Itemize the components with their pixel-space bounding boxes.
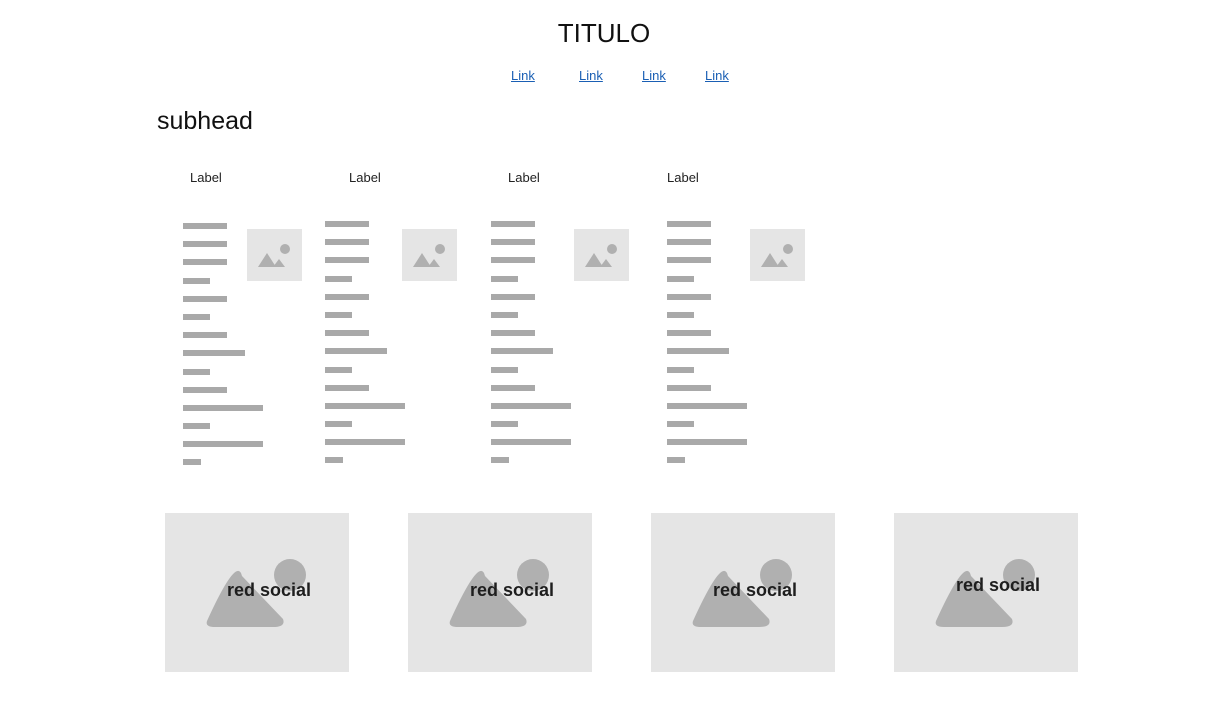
text-placeholder-line [325, 257, 369, 263]
social-card-1[interactable]: red social [165, 513, 349, 672]
text-placeholder-line [491, 385, 535, 391]
text-placeholder-line [667, 439, 747, 445]
column-label-2: Label [349, 170, 381, 185]
text-placeholder-line [183, 278, 210, 284]
image-placeholder-icon [247, 229, 302, 281]
nav-link-2[interactable]: Link [579, 68, 603, 84]
text-placeholder-line [183, 259, 227, 265]
text-placeholder-line [667, 294, 711, 300]
text-placeholder-line [667, 457, 685, 463]
social-card-2[interactable]: red social [408, 513, 592, 672]
column-label-1: Label [190, 170, 222, 185]
text-placeholder-line [183, 314, 210, 320]
text-placeholder-line [491, 348, 553, 354]
nav-link-4[interactable]: Link [705, 68, 729, 84]
text-placeholder-line [183, 241, 227, 247]
text-placeholder-line [491, 457, 509, 463]
text-placeholder-line [667, 421, 694, 427]
text-placeholder-line [183, 369, 210, 375]
social-card-label: red social [956, 575, 1041, 595]
social-card-4[interactable]: red social [894, 513, 1078, 672]
text-placeholder-line [667, 312, 694, 318]
text-placeholder-line [183, 423, 210, 429]
text-placeholder-line [325, 221, 369, 227]
social-card-label: red social [713, 580, 798, 600]
text-placeholder-line [491, 421, 518, 427]
column-label-3: Label [508, 170, 540, 185]
image-placeholder-icon [402, 229, 457, 281]
text-placeholder-line [325, 421, 352, 427]
text-placeholder-line [183, 223, 227, 229]
text-placeholder-line [491, 367, 518, 373]
text-placeholder-line [667, 367, 694, 373]
text-placeholder-line [667, 348, 729, 354]
text-placeholder-line [183, 350, 245, 356]
text-placeholder-line [491, 239, 535, 245]
text-placeholder-line [325, 403, 405, 409]
text-placeholder-line [667, 330, 711, 336]
nav-link-3[interactable]: Link [642, 68, 666, 84]
text-placeholder-line [667, 221, 711, 227]
text-placeholder-line [325, 239, 369, 245]
social-card-label: red social [227, 580, 312, 600]
text-placeholder-line [667, 276, 694, 282]
text-placeholder-line [183, 405, 263, 411]
text-placeholder-line [491, 439, 571, 445]
text-placeholder-line [491, 276, 518, 282]
text-placeholder-line [491, 403, 571, 409]
text-placeholder-line [183, 459, 201, 465]
text-placeholder-line [325, 439, 405, 445]
text-placeholder-line [325, 457, 343, 463]
section-subhead: subhead [157, 107, 253, 135]
text-placeholder-line [491, 312, 518, 318]
text-placeholder-line [183, 441, 263, 447]
text-placeholder-line [325, 348, 387, 354]
text-placeholder-line [325, 294, 369, 300]
text-placeholder-line [667, 385, 711, 391]
text-placeholder-line [183, 387, 227, 393]
text-placeholder-line [667, 403, 747, 409]
nav-link-1[interactable]: Link [511, 68, 535, 84]
text-placeholder-line [491, 330, 535, 336]
text-placeholder-line [183, 332, 227, 338]
text-placeholder-line [325, 385, 369, 391]
text-placeholder-line [325, 330, 369, 336]
social-card-label: red social [470, 580, 555, 600]
text-placeholder-line [667, 239, 711, 245]
text-placeholder-line [325, 312, 352, 318]
image-placeholder-icon [574, 229, 629, 281]
text-placeholder-line [491, 257, 535, 263]
text-placeholder-line [183, 296, 227, 302]
text-placeholder-line [325, 367, 352, 373]
social-card-3[interactable]: red social [651, 513, 835, 672]
text-placeholder-line [491, 294, 535, 300]
text-placeholder-line [667, 257, 711, 263]
text-placeholder-line [325, 276, 352, 282]
text-placeholder-line [491, 221, 535, 227]
column-label-4: Label [667, 170, 699, 185]
image-placeholder-icon [750, 229, 805, 281]
page-title: TITULO [557, 18, 651, 48]
